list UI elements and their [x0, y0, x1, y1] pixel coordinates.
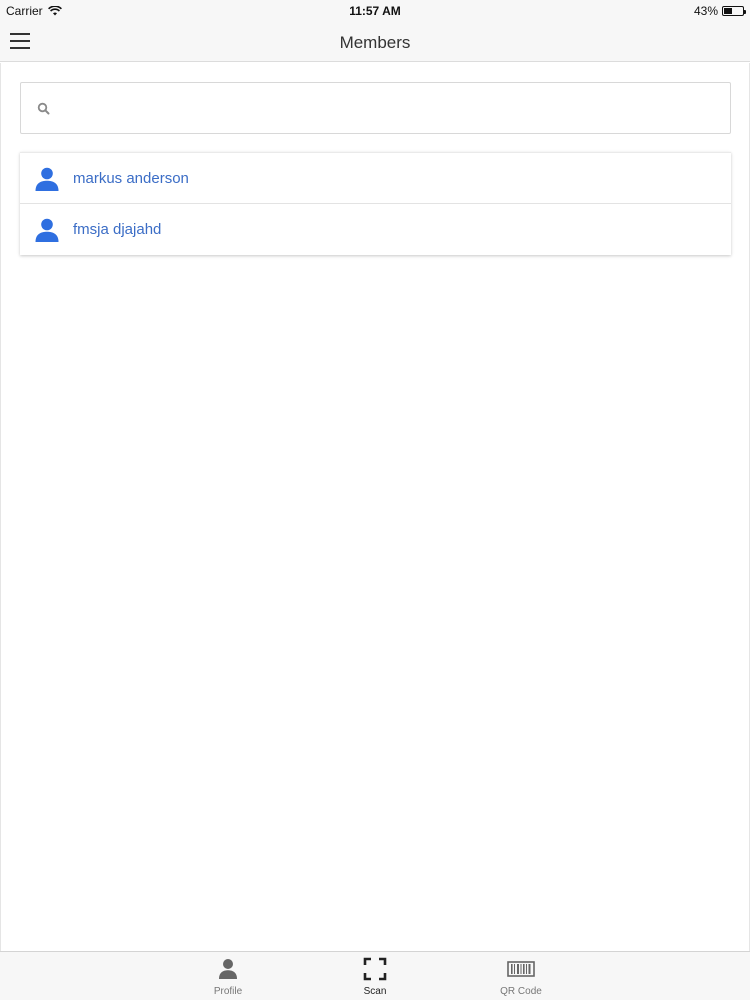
- battery-level: [724, 8, 732, 14]
- search-input[interactable]: [61, 93, 721, 123]
- battery-percent: 43%: [693, 4, 718, 18]
- member-name: markus anderson: [73, 170, 189, 187]
- tab-qr-code[interactable]: QR Code: [481, 952, 561, 1000]
- search-box[interactable]: [20, 82, 731, 134]
- person-icon: [35, 218, 59, 242]
- tab-label: QR Code: [500, 986, 542, 997]
- member-list: markus anderson fmsja djajahd: [20, 152, 731, 255]
- nav-bar: Members: [0, 22, 750, 62]
- status-right: 43%: [693, 4, 746, 18]
- tab-label: Scan: [363, 986, 387, 997]
- search-icon: [37, 102, 50, 115]
- tab-scan[interactable]: Scan: [335, 952, 415, 1000]
- status-bar: Carrier 11:57 AM 43%: [0, 0, 750, 22]
- app-screen: Carrier 11:57 AM 43% Members markus ande…: [0, 0, 750, 1000]
- tab-bar: Profile Scan QR Code: [0, 951, 750, 1000]
- scan-icon: [363, 957, 387, 981]
- main-content: markus anderson fmsja djajahd: [0, 63, 750, 951]
- battery-icon: [722, 6, 746, 16]
- status-time: 11:57 AM: [349, 4, 401, 18]
- member-name: fmsja djajahd: [73, 221, 162, 238]
- person-icon: [35, 167, 59, 191]
- list-item[interactable]: markus anderson: [20, 153, 731, 204]
- tab-profile[interactable]: Profile: [188, 952, 268, 1000]
- person-icon: [219, 959, 237, 979]
- list-item[interactable]: fmsja djajahd: [20, 204, 731, 255]
- page-title: Members: [339, 33, 411, 52]
- tab-label: Profile: [213, 986, 243, 997]
- barcode-icon: [507, 961, 535, 977]
